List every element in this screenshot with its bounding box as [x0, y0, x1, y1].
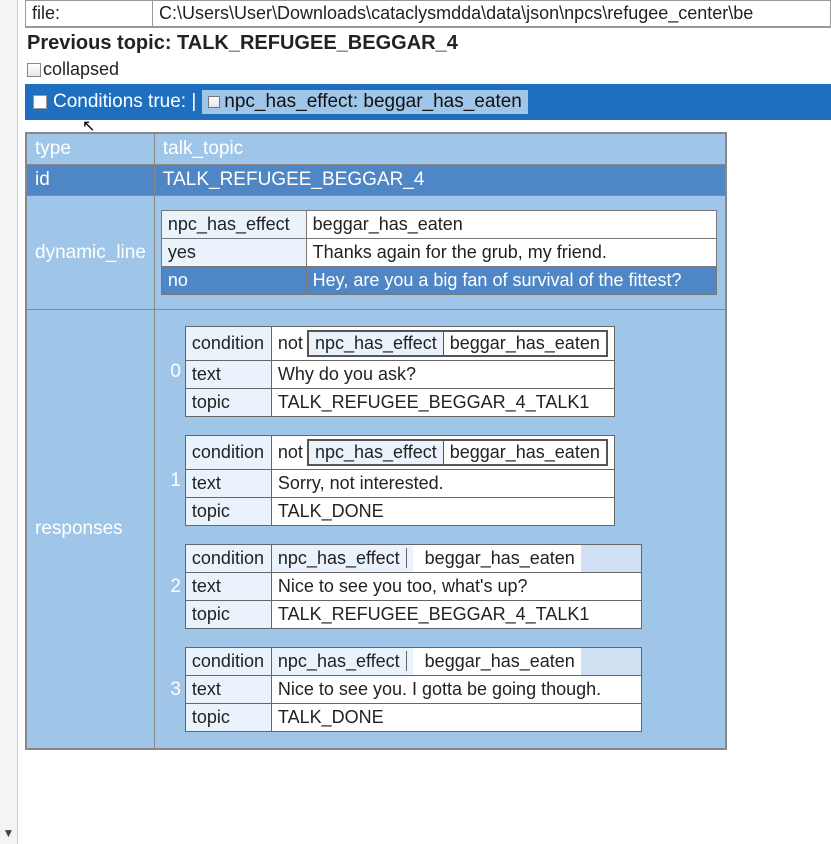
condition-cell: npc_has_effect beggar_has_eaten — [271, 545, 641, 573]
condition-cell: notnpc_has_effectbeggar_has_eaten — [271, 327, 614, 361]
id-value: TALK_REFUGEE_BEGGAR_4 — [154, 165, 726, 196]
dynamic-line-label: dynamic_line — [26, 196, 154, 310]
type-label: type — [26, 133, 154, 165]
responses-label: responses — [26, 310, 154, 750]
effect-val: beggar_has_eaten — [419, 651, 575, 671]
dl-yes-val: Thanks again for the grub, my friend. — [306, 239, 716, 267]
response-topic[interactable]: TALK_REFUGEE_BEGGAR_4_TALK1 — [271, 601, 641, 629]
response-text: Nice to see you. I gotta be going though… — [271, 676, 641, 704]
dl-effect-val: beggar_has_eaten — [306, 211, 716, 239]
response-table: conditionnpc_has_effect beggar_has_eaten… — [185, 647, 642, 732]
condition-inner: npc_has_effectbeggar_has_eaten — [307, 330, 608, 357]
condition-pill[interactable]: npc_has_effect: beggar_has_eaten — [202, 90, 528, 114]
effect-key: npc_has_effect — [278, 548, 407, 568]
previous-topic-heading: Previous topic: TALK_REFUGEE_BEGGAR_4 — [25, 28, 831, 59]
effect-key: npc_has_effect — [278, 651, 407, 671]
file-label: file: — [25, 0, 153, 27]
response-text: Sorry, not interested. — [271, 470, 614, 498]
dynamic-line-table: npc_has_effect beggar_has_eaten yes Than… — [161, 210, 717, 295]
response-topic[interactable]: TALK_DONE — [271, 704, 641, 732]
condition-label: condition — [185, 327, 271, 361]
effect-val: beggar_has_eaten — [444, 332, 606, 355]
response-text: Why do you ask? — [271, 361, 614, 389]
collapsed-checkbox[interactable] — [27, 63, 41, 77]
conditions-bar: Conditions true: | npc_has_effect: begga… — [25, 84, 831, 120]
response-block: 0conditionnotnpc_has_effectbeggar_has_ea… — [163, 326, 717, 417]
condition-label: condition — [185, 648, 271, 676]
response-block: 3conditionnpc_has_effect beggar_has_eate… — [163, 647, 717, 732]
response-block: 1conditionnotnpc_has_effectbeggar_has_ea… — [163, 435, 717, 526]
topic-table: type talk_topic id TALK_REFUGEE_BEGGAR_4… — [25, 132, 727, 750]
collapsed-label: collapsed — [43, 59, 119, 80]
topic-label: topic — [185, 704, 271, 732]
condition-cell: notnpc_has_effectbeggar_has_eaten — [271, 436, 614, 470]
text-label: text — [185, 573, 271, 601]
effect-val: beggar_has_eaten — [419, 548, 575, 568]
topic-label: topic — [185, 498, 271, 526]
condition-label: condition — [185, 545, 271, 573]
condition-pill-checkbox[interactable] — [208, 96, 220, 108]
id-label: id — [26, 165, 154, 196]
dynamic-line-cell: npc_has_effect beggar_has_eaten yes Than… — [154, 196, 726, 310]
scroll-rail[interactable]: ▼ — [0, 0, 18, 844]
response-index: 3 — [163, 679, 181, 701]
effect-key: npc_has_effect — [309, 441, 444, 464]
collapsed-toggle-row[interactable]: collapsed — [25, 59, 831, 84]
response-index: 2 — [163, 576, 181, 598]
topic-label: topic — [185, 601, 271, 629]
response-block: 2conditionnpc_has_effect beggar_has_eate… — [163, 544, 717, 629]
condition-cell: npc_has_effect beggar_has_eaten — [271, 648, 641, 676]
text-label: text — [185, 470, 271, 498]
file-path-row: file: C:\Users\User\Downloads\cataclysmd… — [25, 0, 831, 28]
effect-key: npc_has_effect — [309, 332, 444, 355]
effect-val: beggar_has_eaten — [444, 441, 606, 464]
dl-no-val: Hey, are you a big fan of survival of th… — [306, 267, 716, 295]
responses-cell: 0conditionnotnpc_has_effectbeggar_has_ea… — [154, 310, 726, 750]
condition-inner: npc_has_effectbeggar_has_eaten — [307, 439, 608, 466]
type-value: talk_topic — [154, 133, 726, 165]
response-table: conditionnotnpc_has_effectbeggar_has_eat… — [185, 326, 615, 417]
file-path: C:\Users\User\Downloads\cataclysmdda\dat… — [153, 0, 831, 27]
text-label: text — [185, 676, 271, 704]
condition-pill-text: npc_has_effect: beggar_has_eaten — [224, 91, 522, 113]
conditions-checkbox[interactable] — [33, 95, 47, 109]
topic-label: topic — [185, 389, 271, 417]
not-label: not — [278, 442, 307, 462]
dl-yes-key: yes — [161, 239, 306, 267]
dl-no-key: no — [161, 267, 306, 295]
response-topic[interactable]: TALK_DONE — [271, 498, 614, 526]
response-index: 0 — [163, 361, 181, 383]
response-topic[interactable]: TALK_REFUGEE_BEGGAR_4_TALK1 — [271, 389, 614, 417]
conditions-label: Conditions true: | — [53, 91, 196, 113]
scroll-down-icon[interactable]: ▼ — [3, 826, 15, 840]
text-label: text — [185, 361, 271, 389]
response-table: conditionnotnpc_has_effectbeggar_has_eat… — [185, 435, 615, 526]
condition-label: condition — [185, 436, 271, 470]
dl-effect-key: npc_has_effect — [161, 211, 306, 239]
not-label: not — [278, 333, 307, 353]
response-index: 1 — [163, 470, 181, 492]
response-table: conditionnpc_has_effect beggar_has_eaten… — [185, 544, 642, 629]
response-text: Nice to see you too, what's up? — [271, 573, 641, 601]
